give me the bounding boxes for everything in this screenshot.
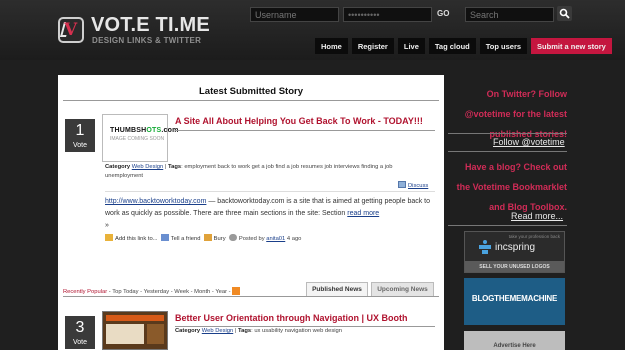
tell-friend-button[interactable]: Tell a friend (171, 236, 201, 242)
rss-icon[interactable] (232, 287, 241, 295)
add-link-button[interactable]: Add this link to... (115, 236, 158, 242)
bury-icon (203, 234, 212, 241)
bury-button[interactable]: Bury (214, 236, 226, 242)
main-nav: Home Register Live Tag cloud Top users S… (315, 38, 612, 54)
username-input[interactable] (250, 7, 339, 22)
nav-top-users[interactable]: Top users (479, 38, 528, 54)
vote-count: 3 (75, 319, 85, 336)
divider (448, 225, 567, 226)
main-content: Latest Submitted Story 1 Vote THUMBSHOTS… (58, 75, 444, 350)
story-description: http://www.backtoworktoday.com — backtow… (105, 198, 431, 229)
story-title-link[interactable]: A Site All About Helping You Get Back To… (175, 116, 423, 126)
tab-published-news[interactable]: Published News (306, 282, 368, 296)
story-url-link[interactable]: http://www.backtoworktoday.com (105, 198, 206, 205)
ad-tagline: take your profession back (508, 234, 560, 239)
nav-register[interactable]: Register (351, 38, 394, 54)
nav-tag-cloud[interactable]: Tag cloud (428, 38, 476, 54)
thumbnail-placeholder-text: IMAGE COMING SOON (110, 136, 165, 142)
ad-brand: BLOGTHEMEMACHINE (471, 294, 558, 303)
bookmarklet-promo: Have a blog? Check out the Votetime Book… (456, 162, 567, 212)
divider (63, 100, 439, 101)
blogthememachine-ad[interactable]: BLOGTHEMEMACHINE (464, 278, 565, 325)
search-input[interactable] (465, 7, 554, 22)
divider (175, 130, 435, 131)
recently-popular-link[interactable]: Recently Popular (63, 289, 107, 295)
email-icon (160, 234, 169, 241)
ad-text: Advertise Here (493, 343, 536, 349)
vote-count: 1 (75, 122, 85, 139)
read-more-link[interactable]: read more (347, 210, 379, 217)
comment-icon (398, 181, 406, 188)
story-actions: Add this link to... Tell a friend Bury P… (105, 234, 435, 244)
story-meta: Category Web Design | Tags: employment b… (105, 164, 393, 179)
divider (105, 191, 435, 192)
user-icon (228, 234, 237, 241)
tab-upcoming-news[interactable]: Upcoming News (371, 282, 434, 296)
post-time: 4 ago (286, 236, 302, 242)
vote-label: Vote (72, 339, 87, 346)
twitter-promo: On Twitter? Follow @votetime for the lat… (464, 89, 567, 139)
advertise-here-ad[interactable]: Advertise Here (464, 331, 565, 350)
read-more-link[interactable]: Read more... (511, 211, 563, 221)
page-title: Latest Submitted Story (199, 86, 303, 97)
vote-button[interactable]: 1 Vote (65, 119, 95, 152)
nav-live[interactable]: Live (397, 38, 425, 54)
story-title-link[interactable]: Better User Orientation through Navigati… (175, 313, 408, 323)
login-go-button[interactable]: GO (435, 6, 451, 21)
story-thumbnail[interactable] (102, 311, 168, 350)
thumbnail-brand: THUMBSHOTS.com (110, 127, 179, 134)
nav-submit-story[interactable]: Submit a new story (531, 38, 612, 54)
add-link-icon (105, 234, 113, 241)
search-icon (559, 8, 570, 19)
divider (448, 151, 567, 152)
ad-cta: SELL YOUR UNUSED LOGOS (465, 261, 564, 272)
follow-twitter-link[interactable]: Follow @votetime (493, 137, 565, 147)
header: V VOT.E TI.ME DESIGN LINKS & TWITTER GO … (0, 0, 625, 60)
ad-brand: incspring (495, 242, 536, 253)
logo-icon[interactable]: V (58, 17, 84, 43)
story-tags: ux usability navigation web design (254, 328, 342, 334)
vote-button[interactable]: 3 Vote (65, 316, 95, 349)
divider (448, 133, 567, 134)
story-meta: Category Web Design | Tags: ux usability… (175, 328, 342, 334)
incspring-logo-icon (479, 240, 491, 254)
author-link[interactable]: anita01 (266, 236, 285, 242)
category-link[interactable]: Web Design (132, 164, 163, 170)
password-input[interactable] (343, 7, 432, 22)
vote-label: Vote (72, 142, 87, 149)
discuss-link[interactable]: Discuss (398, 181, 428, 191)
search-button[interactable] (557, 6, 572, 21)
nav-home[interactable]: Home (315, 38, 348, 54)
category-link[interactable]: Web Design (202, 328, 233, 334)
divider (63, 296, 439, 297)
site-tagline: DESIGN LINKS & TWITTER (92, 36, 202, 45)
story-thumbnail[interactable]: THUMBSHOTS.com IMAGE COMING SOON (102, 114, 178, 162)
incspring-ad[interactable]: take your profession back incspring SELL… (464, 231, 565, 273)
site-brand[interactable]: VOT.E TI.ME (91, 14, 210, 37)
